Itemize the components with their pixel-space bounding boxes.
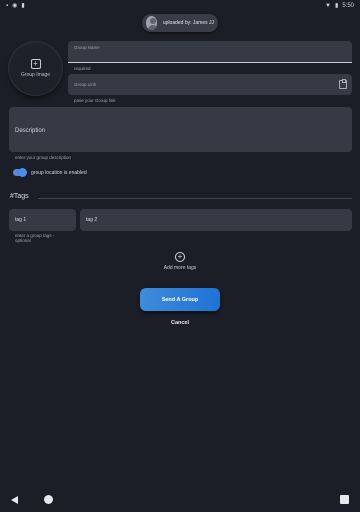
uploader-text: uploaded by: James JJ (162, 20, 214, 26)
data-saver-icon: ◉ (12, 3, 18, 9)
tag-input-1-text: tag 1 (15, 217, 27, 223)
group-link-label: Group Link (74, 82, 97, 87)
sim-icon: ▮ (21, 3, 25, 9)
group-image-picker[interactable]: + Group Image (9, 42, 62, 95)
tag-input-2-text: tag 2 (86, 217, 98, 223)
add-circle-icon: + (175, 252, 185, 262)
wifi-icon: ▼ (325, 3, 331, 9)
group-image-label: Group Image (20, 72, 51, 78)
status-time: 5:50 (342, 3, 354, 9)
recents-icon[interactable] (340, 495, 349, 504)
location-toggle-label: group location is enabled (31, 169, 87, 176)
home-icon[interactable] (44, 495, 53, 504)
avatar (146, 16, 157, 30)
send-group-button[interactable]: Send A Group (140, 288, 220, 311)
tags-helper: enter a group tags - optional (15, 233, 55, 243)
add-image-icon: + (30, 59, 41, 69)
uploader-badge: uploaded by: James JJ (142, 14, 218, 32)
battery-icon: ▮ (335, 3, 339, 9)
notification-icon: ▪ (6, 3, 9, 9)
group-name-helper: required (74, 66, 91, 71)
tags-heading: #Tags (10, 193, 29, 200)
back-icon[interactable] (11, 496, 18, 504)
paste-icon[interactable] (339, 79, 347, 89)
status-bar: ▪ ◉ ▮ ▼ ▮ 5:50 (0, 0, 360, 12)
group-link-helper: pase your Group link (74, 98, 116, 103)
tag-input-2[interactable]: tag 2 (80, 209, 352, 231)
add-more-tags-label: Add more tags (163, 265, 197, 271)
group-link-input[interactable]: Group Link (68, 74, 352, 95)
location-toggle-row: group location is enabled (13, 168, 87, 177)
description-label: Description (15, 128, 46, 134)
cancel-button[interactable]: Cancel (160, 320, 200, 326)
group-name-input[interactable]: Group Name (68, 41, 352, 63)
add-more-tags-button[interactable]: + Add more tags (150, 252, 210, 271)
system-nav-bar (0, 488, 360, 512)
description-input[interactable]: Description (9, 107, 352, 152)
location-toggle[interactable] (13, 168, 27, 177)
description-helper: enter your group description (15, 155, 72, 160)
tag-input-1[interactable]: tag 1 (9, 209, 76, 231)
group-name-label: Group Name (74, 45, 100, 50)
tags-divider (38, 198, 352, 199)
